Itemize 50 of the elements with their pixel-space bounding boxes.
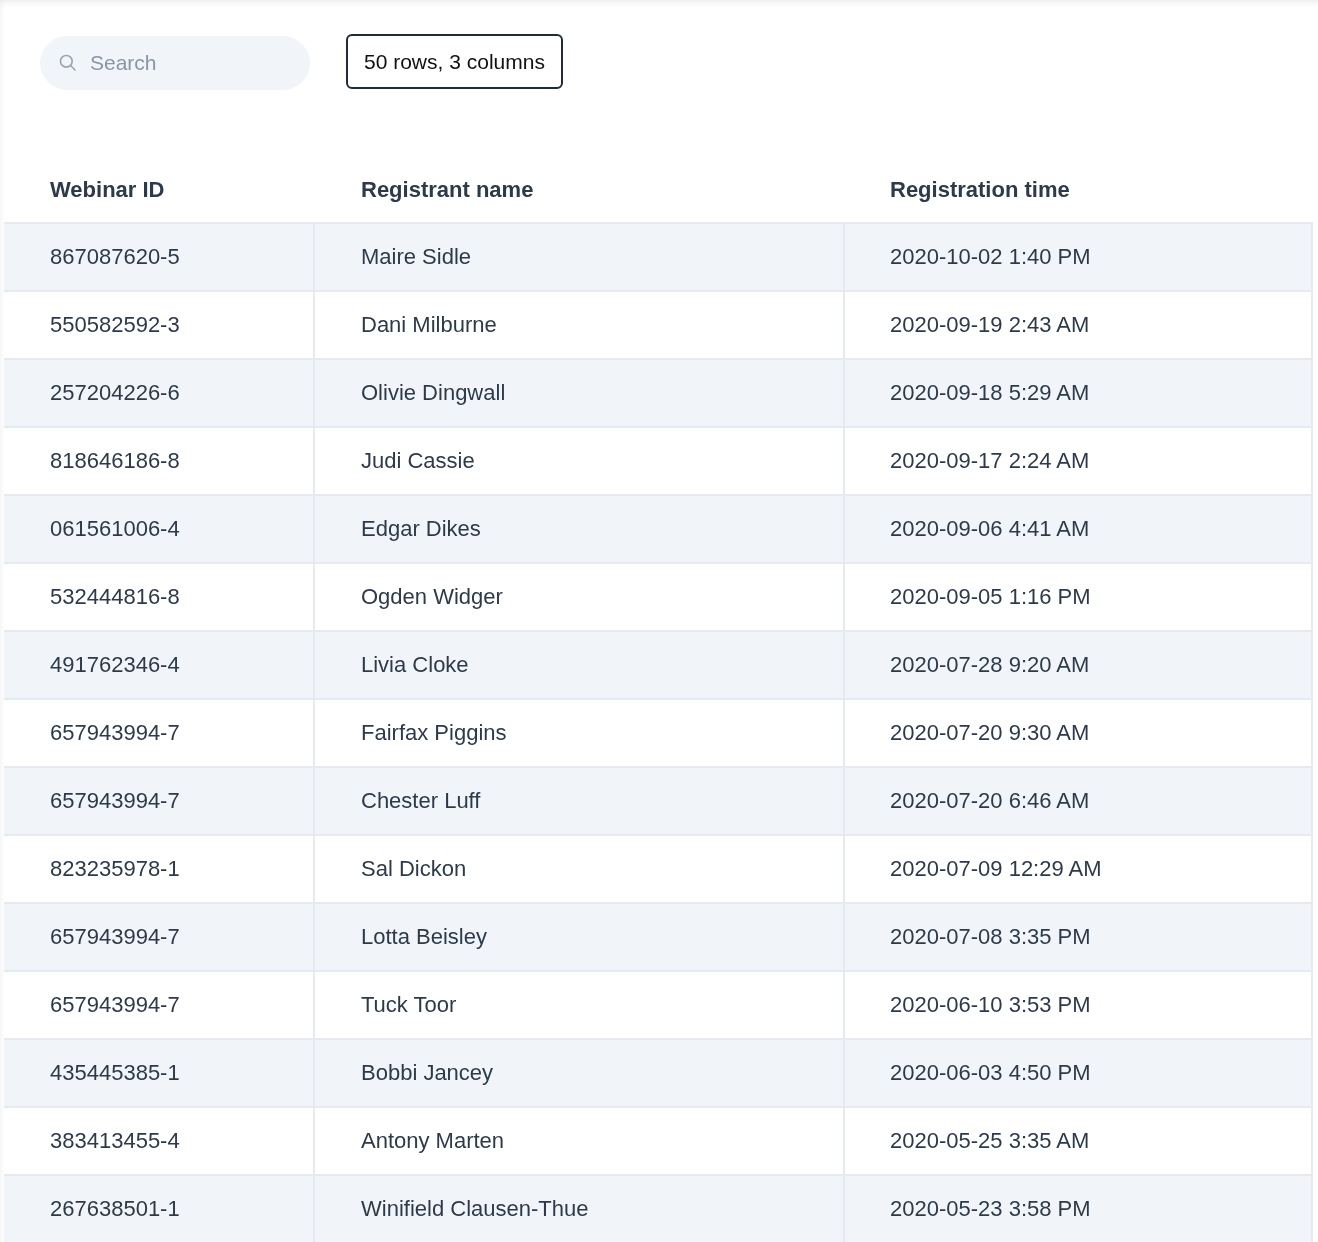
table-cell: Chester Luff (315, 766, 845, 834)
search-field[interactable]: Search (40, 36, 310, 90)
table-cell: 2020-09-06 4:41 AM (845, 494, 1313, 562)
column-header: Webinar ID (49, 175, 166, 204)
column-header: Registration time (889, 175, 1071, 204)
table-cell: 491762346-4 (4, 630, 315, 698)
table-cell: Winifield Clausen-Thue (315, 1174, 845, 1242)
table-cell: 657943994-7 (4, 902, 315, 970)
table-cell: 532444816-8 (4, 562, 315, 630)
table-cell: 2020-07-20 6:46 AM (845, 766, 1313, 834)
table-cell: 550582592-3 (4, 290, 315, 358)
table-cell: Lotta Beisley (315, 902, 845, 970)
table-cell: 2020-09-19 2:43 AM (845, 290, 1313, 358)
table-cell: Livia Cloke (315, 630, 845, 698)
table-cell: 2020-07-09 12:29 AM (845, 834, 1313, 902)
table-cell: 257204226-6 (4, 358, 315, 426)
table-cell: 2020-10-02 1:40 PM (845, 222, 1313, 290)
table-cell: 657943994-7 (4, 766, 315, 834)
table-cell: 2020-09-18 5:29 AM (845, 358, 1313, 426)
table-cell: Dani Milburne (315, 290, 845, 358)
table-cell: Bobbi Jancey (315, 1038, 845, 1106)
table-cell: Antony Marten (315, 1106, 845, 1174)
table-cell: 061561006-4 (4, 494, 315, 562)
table-cell: 383413455-4 (4, 1106, 315, 1174)
table-cell: 435445385-1 (4, 1038, 315, 1106)
table-cell: 2020-06-10 3:53 PM (845, 970, 1313, 1038)
table-cell: 867087620-5 (4, 222, 315, 290)
table-cell: 267638501-1 (4, 1174, 315, 1242)
table-cell: 2020-07-20 9:30 AM (845, 698, 1313, 766)
table-cell: Ogden Widger (315, 562, 845, 630)
table-cell: 2020-06-03 4:50 PM (845, 1038, 1313, 1106)
table-cell: 2020-07-08 3:35 PM (845, 902, 1313, 970)
table-cell: Tuck Toor (315, 970, 845, 1038)
table-cell: 2020-09-05 1:16 PM (845, 562, 1313, 630)
table-cell: Edgar Dikes (315, 494, 845, 562)
table-cell: 657943994-7 (4, 970, 315, 1038)
table-cell: Maire Sidle (315, 222, 845, 290)
table-cell: Fairfax Piggins (315, 698, 845, 766)
table-cell: 2020-05-23 3:58 PM (845, 1174, 1313, 1242)
table-cell: 657943994-7 (4, 698, 315, 766)
table-cell: 2020-09-17 2:24 AM (845, 426, 1313, 494)
table-summary: 50 rows, 3 columns (346, 34, 563, 89)
table-cell: Judi Cassie (315, 426, 845, 494)
table-cell: Olivie Dingwall (315, 358, 845, 426)
table-cell: 2020-07-28 9:20 AM (845, 630, 1313, 698)
column-header: Registrant name (360, 175, 535, 204)
table-cell: 818646186-8 (4, 426, 315, 494)
table-cell: 823235978-1 (4, 834, 315, 902)
table-cell: 2020-05-25 3:35 AM (845, 1106, 1313, 1174)
table-cell: Sal Dickon (315, 834, 845, 902)
